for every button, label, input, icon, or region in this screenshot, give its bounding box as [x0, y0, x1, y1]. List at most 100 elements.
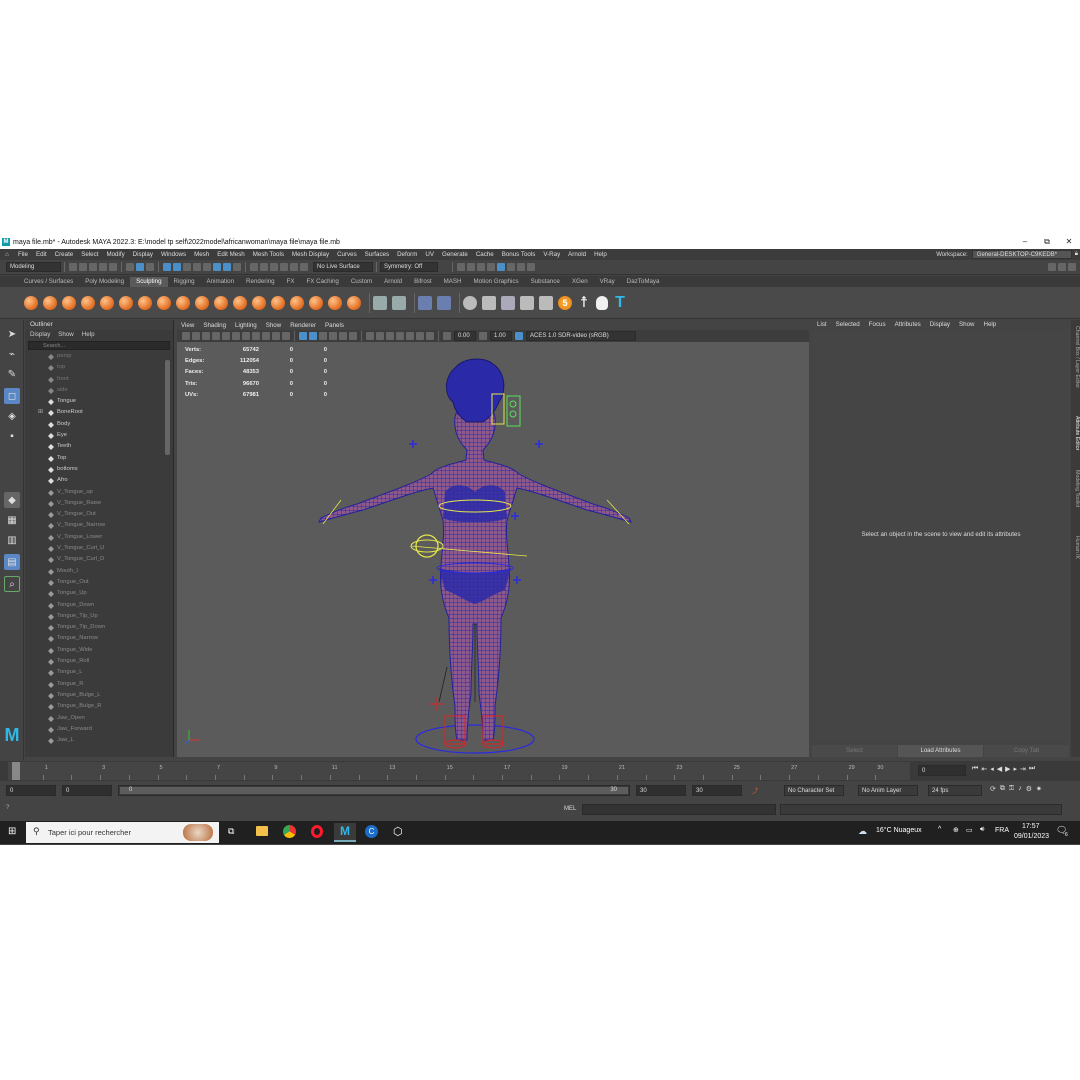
load-attributes-button[interactable]: Load Attributes [898, 745, 983, 757]
safe-action-icon[interactable] [272, 332, 280, 340]
open-scene-icon[interactable] [79, 263, 87, 271]
magnet-icon[interactable] [250, 263, 258, 271]
clock-time[interactable]: 17:57 [1022, 823, 1040, 830]
safe-title-icon[interactable] [282, 332, 290, 340]
outliner-search-input[interactable]: Search... [28, 341, 170, 350]
tab-human-ik[interactable]: Human IK [1071, 536, 1080, 559]
scale-tool-icon[interactable]: ▪ [4, 428, 20, 444]
step-forward-frame-icon[interactable]: ▸ [1013, 765, 1017, 773]
layout-outliner-icon[interactable]: ▤ [4, 554, 20, 570]
blend-shape-icon[interactable] [418, 295, 432, 310]
menu-curves[interactable]: Curves [333, 251, 361, 258]
snap-grid-icon[interactable] [163, 263, 171, 271]
snap-pivot-icon[interactable] [223, 263, 231, 271]
outliner-item[interactable]: Tongue_Down [25, 600, 165, 611]
skull-icon[interactable] [596, 295, 608, 310]
isolate-select-icon[interactable] [386, 332, 394, 340]
anim-layer-dropdown[interactable]: No Anim Layer [858, 785, 918, 796]
outliner-item[interactable]: Tongue_Bulge_R [25, 701, 165, 712]
chrome-icon[interactable] [283, 825, 296, 838]
expand-icon[interactable]: ⊞ [38, 407, 43, 418]
imprint-tool-icon[interactable] [195, 295, 209, 310]
menu-file[interactable]: File [14, 251, 32, 258]
save-scene-icon[interactable] [89, 263, 97, 271]
cluster-icon[interactable] [501, 295, 515, 310]
outliner-item[interactable]: Tongue_Up [25, 588, 165, 599]
outliner-item[interactable]: Teeth [25, 441, 165, 452]
shelf-tab-bifrost[interactable]: Bifrost [408, 277, 438, 287]
shelf-tab-curves-surfaces[interactable]: Curves / Surfaces [18, 277, 79, 287]
language-indicator[interactable]: FRA [995, 827, 1009, 834]
render-setup-icon[interactable] [507, 263, 515, 271]
gate-mask-icon[interactable] [252, 332, 260, 340]
go-to-end-icon[interactable]: ⏭ [1029, 765, 1035, 773]
lasso-tool-icon[interactable]: ⌁ [4, 346, 20, 362]
viewport-menu-lighting[interactable]: Lighting [235, 322, 257, 329]
viewport-menu-view[interactable]: View [181, 322, 194, 329]
outliner-item[interactable]: Tongue_Out [25, 577, 165, 588]
viewport-menu-show[interactable]: Show [266, 322, 281, 329]
character-set-dropdown[interactable]: No Character Set [784, 785, 844, 796]
shelf-tab-custom[interactable]: Custom [345, 277, 378, 287]
wax-tool-icon[interactable] [214, 295, 228, 310]
exposure-field[interactable]: 0.00 [454, 331, 476, 341]
outliner-item[interactable]: V_Tongue_Raise [25, 498, 165, 509]
step-back-key-icon[interactable]: ⇤ [981, 765, 987, 773]
grab-tool-icon[interactable] [81, 295, 95, 310]
live-surface-field[interactable]: No Live Surface [313, 262, 373, 272]
nonlinear-icon[interactable] [539, 295, 553, 310]
outliner-item[interactable]: V_Tongue_up [25, 487, 165, 498]
select-object-icon[interactable] [136, 263, 144, 271]
use-lights-icon[interactable] [339, 332, 347, 340]
menu-deform[interactable]: Deform [393, 251, 421, 258]
tab-attribute-editor[interactable]: Attribute Editor [1071, 416, 1080, 450]
smear-tool-icon[interactable] [290, 295, 304, 310]
range-slider-track[interactable]: 0 30 [118, 785, 630, 796]
undo-icon[interactable] [99, 263, 107, 271]
current-time-marker[interactable] [12, 762, 20, 780]
resolution-gate-icon[interactable] [242, 332, 250, 340]
pinch-tool-icon[interactable] [100, 295, 114, 310]
outliner-item[interactable]: Mouth_I [25, 566, 165, 577]
outliner-item[interactable]: Jaw_L [25, 735, 165, 746]
motion-blur-icon[interactable] [406, 332, 414, 340]
shelf-tab-sculpting[interactable]: Sculpting [130, 277, 168, 287]
camera-select-icon[interactable] [182, 332, 190, 340]
tpose-blue-icon[interactable]: T [613, 294, 627, 312]
sculpt-tool-icon[interactable] [24, 295, 38, 310]
menu-set-dropdown[interactable]: Modeling [6, 262, 61, 272]
cinema-app-icon[interactable]: C [365, 825, 378, 838]
outliner-item[interactable]: Jaw_Open [25, 713, 165, 724]
tpose-figure-icon[interactable]: ☨ [577, 294, 591, 312]
outliner-item[interactable]: bottoms [25, 464, 165, 475]
menu-surfaces[interactable]: Surfaces [361, 251, 393, 258]
film-gate-icon[interactable] [232, 332, 240, 340]
shelf-tab-rendering[interactable]: Rendering [240, 277, 281, 287]
opera-icon[interactable] [311, 825, 323, 838]
attr-menu-show[interactable]: Show [959, 320, 974, 330]
anim-prefs-icon[interactable]: ✷ [1036, 785, 1042, 793]
smooth-tool-icon[interactable] [43, 295, 57, 310]
outliner-item[interactable]: Eye [25, 430, 165, 441]
menu-mesh[interactable]: Mesh [190, 251, 213, 258]
perspective-viewport[interactable]: View Shading Lighting Show Renderer Pane… [177, 320, 809, 757]
tab-modeling-toolkit[interactable]: Modeling Toolkit [1071, 470, 1080, 507]
persp-outliner-icon[interactable]: ▥ [4, 532, 20, 548]
workspace-dropdown[interactable]: General-DESKTOP-C9KEDB* [971, 250, 1072, 259]
uv-grid-icon[interactable] [392, 295, 406, 310]
outliner-item[interactable]: Tongue_Tip_Down [25, 622, 165, 633]
outliner-item[interactable]: Afro [25, 475, 165, 486]
paint-select-icon[interactable]: ✎ [4, 366, 20, 382]
view-transform-dropdown[interactable]: ACES 1.0 SDR-video (sRGB) [526, 331, 636, 341]
attr-menu-focus[interactable]: Focus [869, 320, 886, 330]
foamy-tool-icon[interactable] [138, 295, 152, 310]
shape-editor-icon[interactable] [437, 295, 451, 310]
symmetry-dropdown[interactable]: Symmetry: Off [380, 262, 438, 272]
zoom-search-icon[interactable]: ⌕ [4, 576, 20, 592]
attr-select-button[interactable]: Select [812, 745, 897, 757]
outliner-item[interactable]: Tongue_Bulge_L [25, 690, 165, 701]
loop-icon[interactable]: ⟳ [990, 785, 996, 793]
step-forward-key-icon[interactable]: ⇥ [1020, 765, 1026, 773]
scrape-tool-icon[interactable] [233, 295, 247, 310]
redo-icon[interactable] [109, 263, 117, 271]
